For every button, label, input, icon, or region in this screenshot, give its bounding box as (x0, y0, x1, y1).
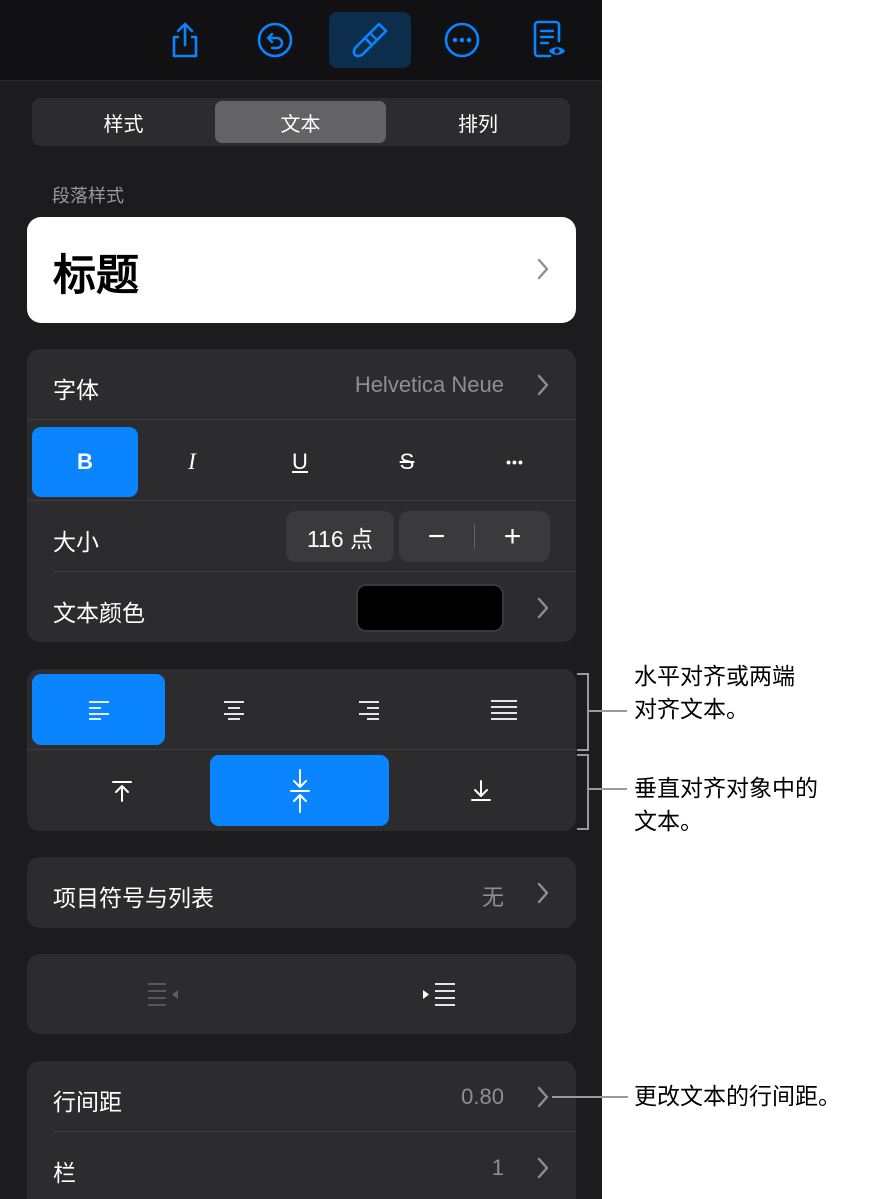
share-button[interactable] (156, 12, 214, 68)
horizontal-align-bracket (577, 673, 589, 751)
paragraph-style-section-label: 段落样式 (52, 186, 124, 206)
columns-row[interactable]: 栏 1 (27, 1132, 576, 1199)
align-top-button[interactable] (32, 755, 212, 826)
strikethrough-button[interactable]: S (354, 427, 460, 497)
horizontal-align-callout-line1: 水平对齐或两端 (634, 663, 795, 689)
bullets-label: 项目符号与列表 (53, 885, 214, 911)
size-stepper: − + (399, 511, 550, 562)
decrease-indent-icon (148, 983, 178, 1006)
horizontal-align-callout: 水平对齐或两端 对齐文本。 (634, 660, 795, 726)
horizontal-align-leader (589, 710, 627, 712)
increase-indent-icon (423, 983, 455, 1006)
format-button[interactable] (329, 12, 411, 68)
align-top-icon (112, 780, 132, 802)
vertical-align-callout-line1: 垂直对齐对象中的 (634, 775, 818, 801)
align-right-button[interactable] (302, 674, 435, 745)
font-value: Helvetica Neue (354, 372, 504, 397)
line-spacing-leader (552, 1096, 628, 1098)
spacing-group: 行间距 0.80 栏 1 (27, 1061, 576, 1199)
bold-label: B (77, 449, 93, 474)
align-middle-icon (289, 768, 310, 813)
chevron-right-icon (537, 882, 549, 904)
line-spacing-row[interactable]: 行间距 0.80 (27, 1061, 576, 1131)
size-label: 大小 (53, 529, 99, 555)
justify-button[interactable] (437, 674, 570, 745)
align-left-button[interactable] (32, 674, 165, 745)
align-bottom-icon (471, 779, 491, 801)
chevron-right-icon (537, 1157, 549, 1179)
align-center-button[interactable] (167, 674, 300, 745)
italic-label: I (188, 449, 196, 474)
columns-label: 栏 (53, 1160, 76, 1186)
share-icon (172, 22, 198, 58)
font-group: 字体 Helvetica Neue B I U S ••• 大小 116 点 −… (27, 349, 576, 642)
chevron-right-icon (537, 374, 549, 396)
justify-icon (490, 699, 517, 720)
line-spacing-label: 行间距 (53, 1089, 122, 1115)
align-bottom-button[interactable] (391, 755, 571, 826)
size-decrease-button[interactable]: − (399, 511, 474, 562)
tab-control: 样式 文本 排列 (32, 98, 570, 146)
format-panel: 样式 文本 排列 段落样式 标题 字体 Helvetica Neue B I U (0, 0, 602, 1199)
horizontal-align-callout-line2: 对齐文本。 (634, 696, 749, 722)
divider (27, 749, 576, 750)
more-icon (444, 22, 480, 58)
underline-button[interactable]: U (247, 427, 353, 497)
size-value-field[interactable]: 116 点 (286, 511, 394, 562)
bullets-value: 无 (481, 885, 504, 910)
paragraph-style-button[interactable]: 标题 (27, 217, 576, 323)
vertical-align-leader (589, 788, 627, 790)
vertical-align-callout-line2: 文本。 (634, 808, 703, 834)
bold-button[interactable]: B (32, 427, 138, 497)
text-color-label: 文本颜色 (53, 600, 145, 626)
text-color-swatch[interactable] (356, 584, 504, 632)
columns-value: 1 (491, 1155, 504, 1180)
underline-label: U (292, 449, 308, 474)
vertical-align-callout: 垂直对齐对象中的 文本。 (634, 772, 818, 838)
toolbar-divider (0, 80, 602, 81)
toolbar (0, 0, 602, 80)
chevron-right-icon (537, 258, 549, 280)
italic-button[interactable]: I (139, 427, 245, 497)
more-button[interactable] (433, 12, 491, 68)
align-left-icon (88, 700, 109, 720)
line-spacing-value: 0.80 (461, 1084, 504, 1109)
alignment-group (27, 669, 576, 831)
align-right-icon (358, 700, 379, 720)
font-row[interactable]: 字体 Helvetica Neue (27, 349, 576, 419)
chevron-right-icon (537, 1086, 549, 1108)
tab-arrange[interactable]: 排列 (389, 101, 567, 143)
line-spacing-callout: 更改文本的行间距。 (634, 1083, 841, 1109)
increase-indent-button[interactable] (302, 954, 576, 1034)
more-options-icon: ••• (506, 454, 524, 470)
reading-view-button[interactable] (520, 12, 578, 68)
divider (27, 500, 576, 501)
divider (27, 419, 576, 420)
tab-text[interactable]: 文本 (215, 101, 386, 143)
indent-group (27, 954, 576, 1034)
font-label: 字体 (53, 377, 99, 403)
size-increase-button[interactable]: + (475, 511, 550, 562)
reading-view-icon (533, 20, 565, 58)
undo-icon (257, 22, 293, 58)
undo-button[interactable] (246, 12, 304, 68)
align-center-icon (223, 700, 244, 720)
strikethrough-label: S (399, 449, 415, 474)
align-middle-button[interactable] (210, 755, 389, 826)
paragraph-style-name: 标题 (53, 252, 139, 300)
chevron-right-icon (537, 597, 549, 619)
bullets-row[interactable]: 项目符号与列表 无 (27, 857, 576, 928)
tab-style[interactable]: 样式 (35, 101, 212, 143)
more-text-options-button[interactable]: ••• (462, 427, 568, 497)
format-brush-icon (352, 22, 388, 58)
decrease-indent-button[interactable] (27, 954, 301, 1034)
vertical-align-bracket (577, 754, 589, 830)
